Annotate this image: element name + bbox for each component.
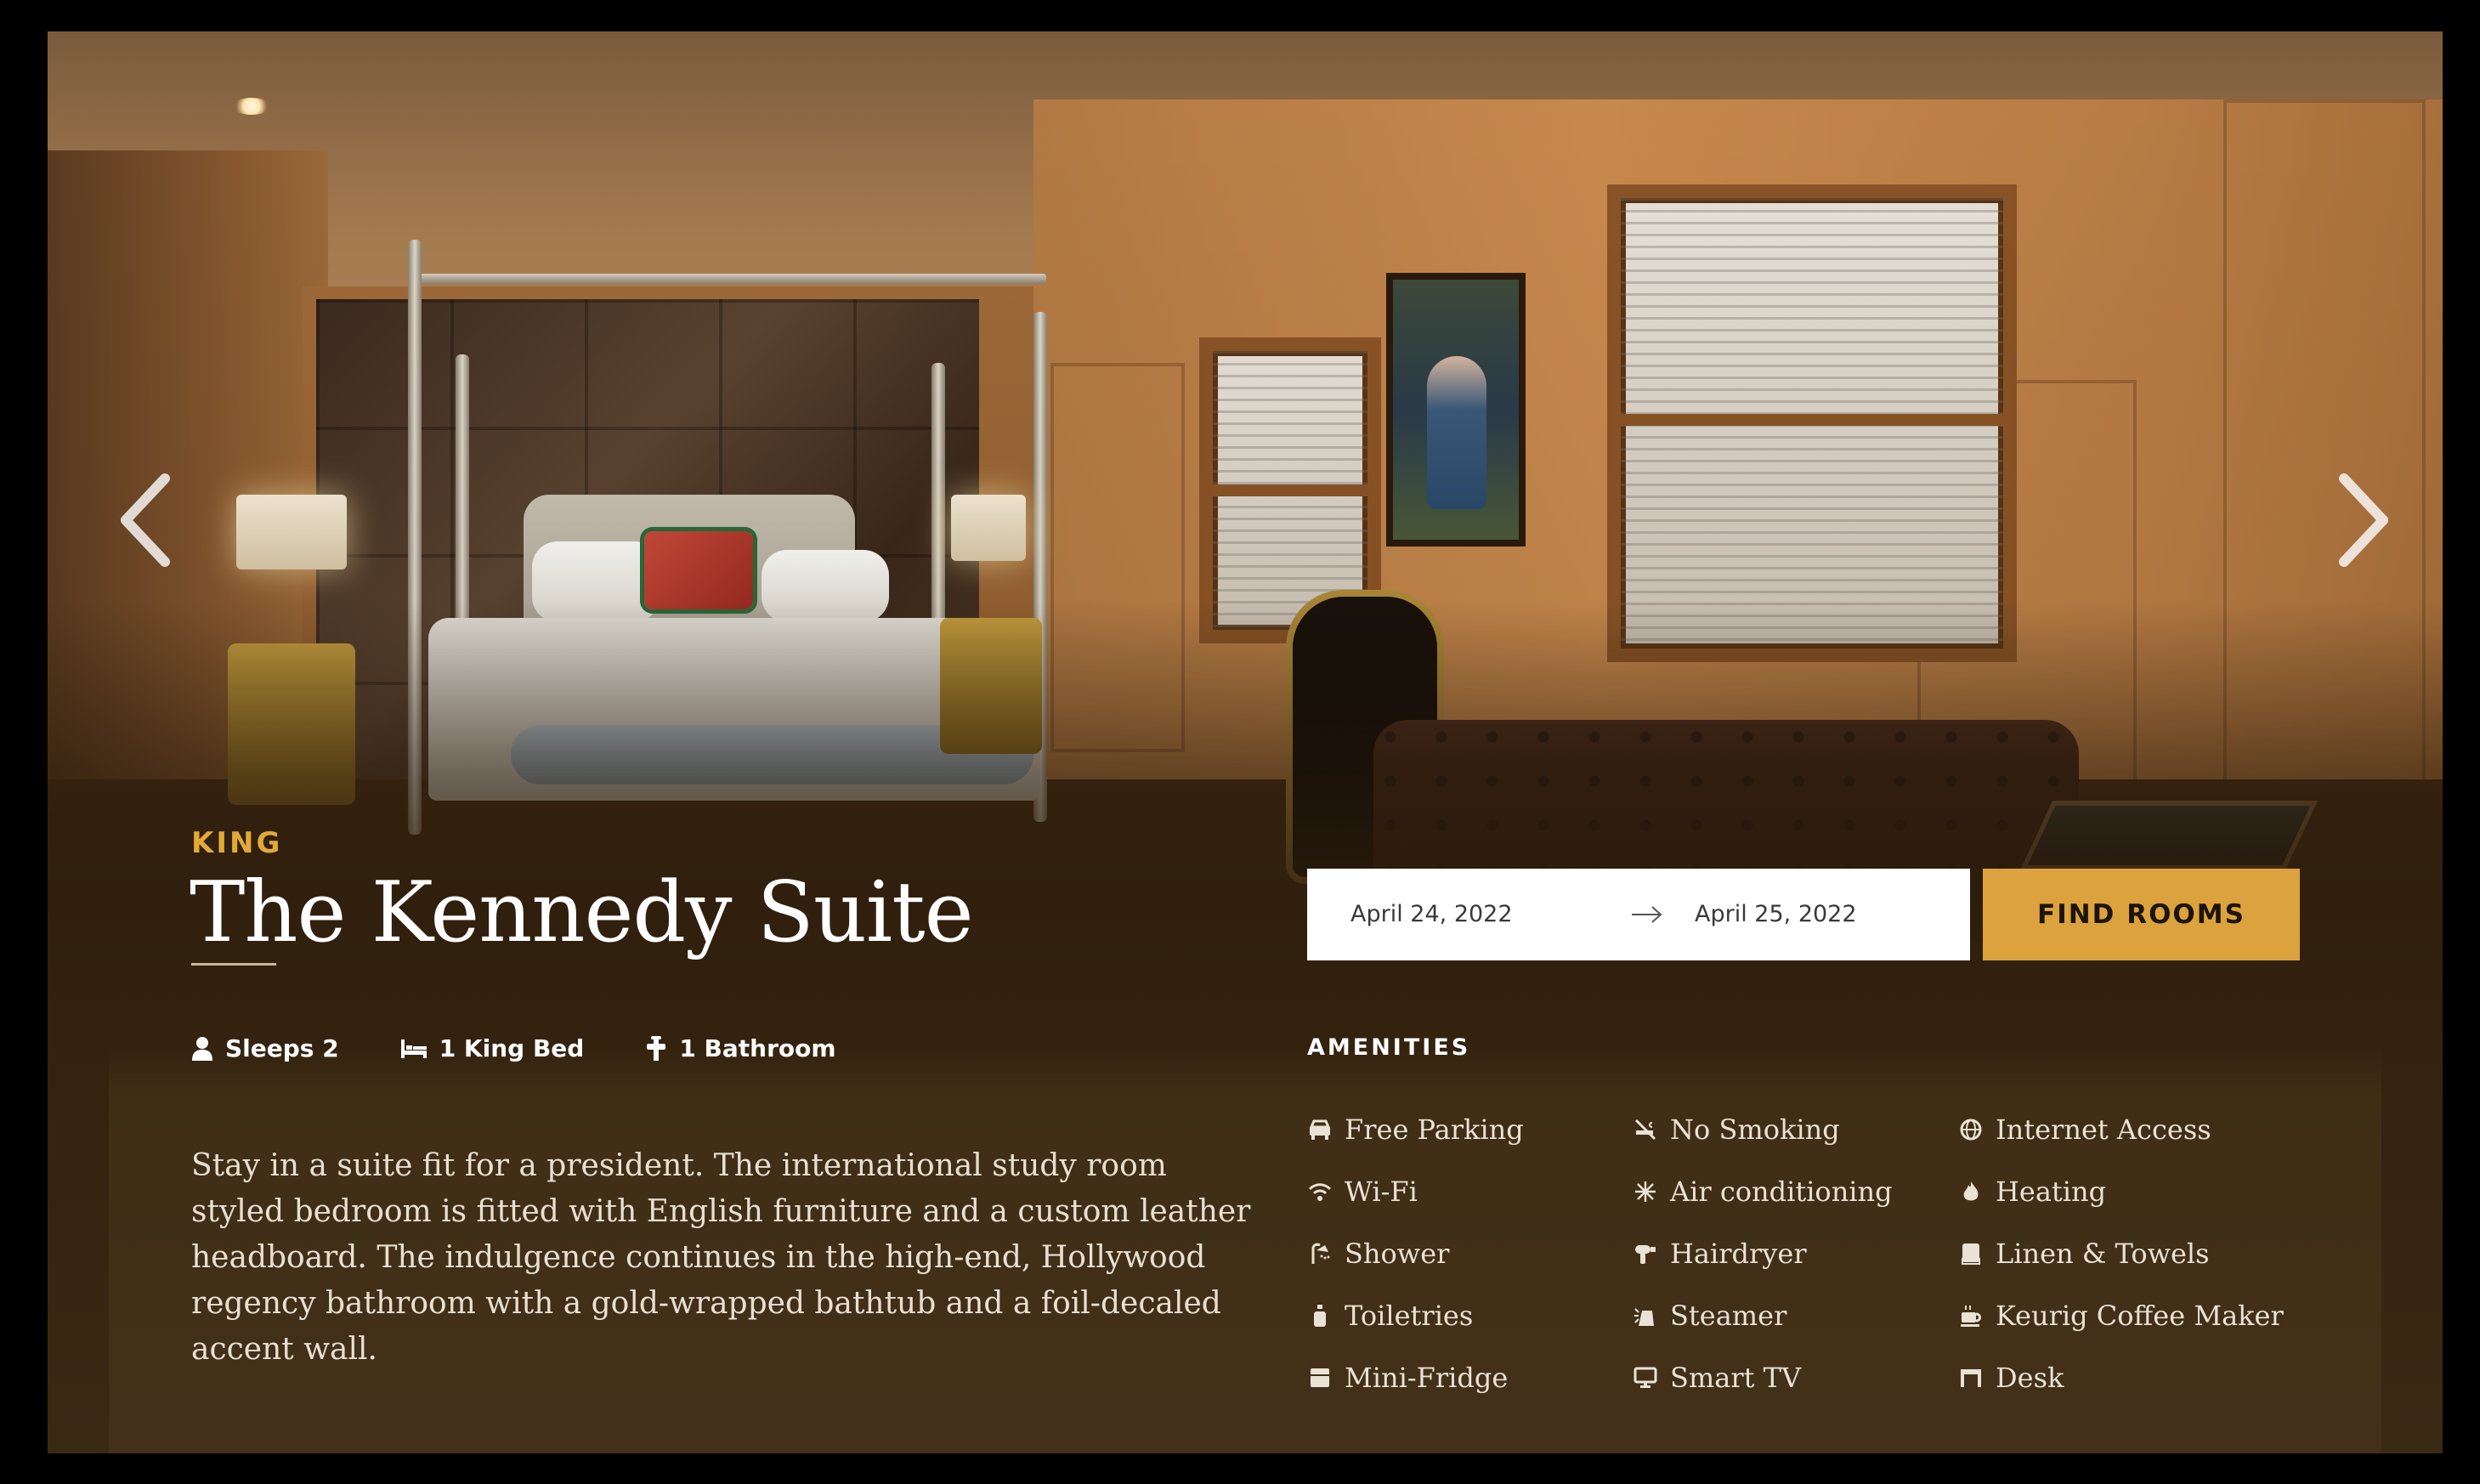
feature-sleeps-label: Sleeps 2 [225,1034,339,1062]
amenity-toiletries: Toiletries [1307,1284,1633,1346]
amenity-internet-access: Internet Access [1958,1098,2284,1160]
desk-icon [1958,1365,1984,1391]
amenity-label: Toiletries [1345,1299,1474,1332]
amenity-label: Desk [1996,1361,2064,1394]
date-range-picker [1307,869,1970,960]
room-type-label: KING [191,826,283,860]
feature-bathroom: 1 Bathroom [645,1034,836,1062]
room-title: The Kennedy Suite [190,864,974,961]
no-smoking-icon [1633,1117,1658,1142]
fridge-icon [1307,1365,1333,1391]
amenity-desk: Desk [1958,1346,2284,1408]
chevron-right-icon [2339,473,2388,567]
chevron-left-icon [121,473,170,567]
faucet-icon [647,1035,666,1061]
amenity-label: Smart TV [1670,1361,1802,1394]
title-divider [191,963,276,966]
room-features: Sleeps 2 1 King Bed 1 Bathroom [191,1034,836,1062]
feature-bed-label: 1 King Bed [439,1034,585,1062]
amenity-no-smoking: No Smoking [1633,1098,1958,1160]
person-icon [192,1036,212,1061]
find-rooms-button[interactable]: FIND ROOMS [1983,869,2300,960]
amenity-label: Wi-Fi [1345,1175,1418,1208]
amenity-wifi: Wi-Fi [1307,1160,1633,1222]
amenity-label: Air conditioning [1670,1175,1893,1208]
amenity-shower: Shower [1307,1222,1633,1284]
amenity-label: Linen & Towels [1996,1237,2210,1270]
snowflake-icon [1633,1179,1658,1204]
room-description: Stay in a suite fit for a president. The… [191,1148,1251,1367]
amenity-label: Internet Access [1996,1113,2211,1146]
amenity-steamer: Steamer [1633,1284,1958,1346]
globe-icon [1958,1117,1984,1142]
feature-bed: 1 King Bed [400,1034,585,1062]
amenity-air-conditioning: Air conditioning [1633,1160,1958,1222]
amenities-heading: AMENITIES [1307,1034,1471,1061]
flame-icon [1958,1179,1984,1204]
amenity-linen-towels: Linen & Towels [1958,1222,2284,1284]
feature-sleeps: Sleeps 2 [191,1034,339,1062]
amenity-keurig-coffee-maker: Keurig Coffee Maker [1958,1284,2284,1346]
hairdryer-icon [1633,1241,1658,1266]
check-out-date-input[interactable] [1695,901,1950,927]
previous-image-button[interactable] [107,461,184,580]
coffee-icon [1958,1303,1984,1328]
amenity-label: Steamer [1670,1299,1787,1332]
amenity-label: Keurig Coffee Maker [1996,1299,2284,1332]
amenities-list: Free Parking No Smoking Internet Access … [1307,1098,2284,1408]
amenity-label: Heating [1996,1175,2107,1208]
bed-icon [400,1039,427,1058]
feature-bathroom-label: 1 Bathroom [679,1034,836,1062]
amenity-label: Hairdryer [1670,1237,1807,1270]
check-in-date-input[interactable] [1350,901,1605,927]
towel-icon [1958,1241,1984,1266]
amenity-smart-tv: Smart TV [1633,1346,1958,1408]
wifi-icon [1307,1179,1333,1204]
arrow-right-icon [1632,906,1662,923]
amenity-hairdryer: Hairdryer [1633,1222,1958,1284]
shower-icon [1307,1241,1333,1266]
bottle-icon [1307,1303,1333,1328]
amenity-free-parking: Free Parking [1307,1098,1633,1160]
amenity-label: Mini-Fridge [1345,1361,1509,1394]
amenity-label: Free Parking [1345,1113,1524,1146]
amenity-mini-fridge: Mini-Fridge [1307,1346,1633,1408]
steamer-icon [1633,1303,1658,1328]
room-hero: KING The Kennedy Suite Sleeps 2 1 King B… [48,31,2443,1453]
amenity-label: No Smoking [1670,1113,1840,1146]
amenity-label: Shower [1345,1237,1450,1270]
tv-icon [1633,1365,1658,1391]
amenity-heating: Heating [1958,1160,2284,1222]
car-icon [1307,1117,1333,1142]
next-image-button[interactable] [2325,461,2402,580]
